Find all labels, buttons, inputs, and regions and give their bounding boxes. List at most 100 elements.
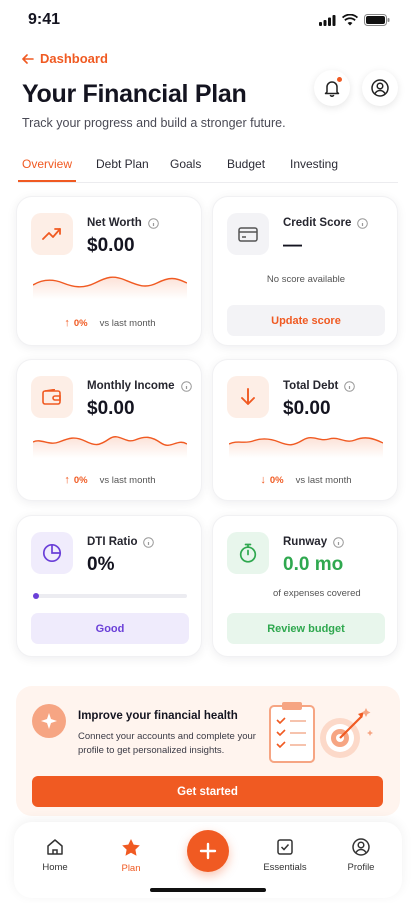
net-worth-label: Net Worth [87, 217, 142, 229]
total-debt-card[interactable]: Total Debt $0.00 ↓ 0% vs last month [212, 359, 398, 501]
home-indicator [150, 888, 266, 892]
arrow-up-icon: ↑ [64, 474, 70, 486]
runway-label-row: Runway [283, 536, 344, 548]
get-started-button[interactable]: Get started [32, 776, 383, 807]
tab-overview[interactable]: Overview [22, 157, 72, 171]
credit-card-icon [238, 226, 258, 242]
monthly-income-delta: ↑ 0% vs last month [17, 474, 203, 486]
checklist-icon [277, 839, 293, 855]
runway-value: 0.0 mo [283, 554, 344, 575]
battery-icon [364, 14, 390, 26]
total-debt-label: Total Debt [283, 380, 339, 392]
runway-icon-tile [227, 532, 269, 574]
back-link-label: Dashboard [40, 51, 108, 66]
total-debt-delta: ↓ 0% vs last month [213, 474, 399, 486]
net-worth-sparkline [33, 276, 187, 299]
net-worth-delta-text: vs last month [99, 317, 156, 329]
arrow-up-icon: ↑ [64, 317, 70, 329]
plan-tabs: Overview Debt Plan Goals Budget Investin… [18, 150, 398, 183]
update-score-button[interactable]: Update score [227, 305, 385, 336]
net-worth-icon-tile [31, 213, 73, 255]
user-circle-icon [371, 79, 389, 97]
cellular-signal-icon [319, 14, 336, 26]
status-bar: 9:41 [0, 0, 416, 40]
dti-status-badge: Good [31, 613, 189, 644]
nav-label-home: Home [42, 862, 68, 873]
net-worth-delta-pct: 0% [73, 317, 88, 329]
credit-score-label-row: Credit Score [283, 217, 369, 229]
net-worth-delta: ↑ 0% vs last month [17, 317, 203, 329]
wallet-icon [42, 389, 61, 405]
active-tab-indicator [18, 180, 76, 182]
nav-label-profile: Profile [347, 862, 375, 873]
tab-budget[interactable]: Budget [227, 157, 265, 171]
review-budget-button[interactable]: Review budget [227, 613, 385, 644]
status-icons [319, 14, 390, 26]
dti-ratio-icon-tile [31, 532, 73, 574]
page-subtitle: Track your progress and build a stronger… [22, 116, 286, 130]
monthly-income-delta-pct: 0% [73, 474, 88, 486]
notifications-button[interactable] [314, 70, 350, 106]
monthly-income-icon-tile [31, 376, 73, 418]
stopwatch-icon [239, 543, 257, 563]
runway-card[interactable]: Runway 0.0 mo of expenses covered Review… [212, 515, 398, 657]
runway-note: of expenses covered [273, 588, 361, 599]
info-icon[interactable] [180, 380, 192, 392]
status-time: 9:41 [28, 11, 61, 28]
star-icon [122, 839, 140, 856]
credit-score-label: Credit Score [283, 217, 352, 229]
dti-progress-dot [33, 593, 39, 599]
pie-chart-icon [42, 543, 62, 563]
page-title: Your Financial Plan [22, 80, 247, 108]
info-icon[interactable] [143, 536, 155, 548]
add-button[interactable] [187, 830, 229, 872]
wifi-icon [342, 14, 358, 26]
dti-ratio-label-row: DTI Ratio [87, 536, 155, 548]
arrow-left-icon [22, 53, 34, 64]
dti-ratio-label: DTI Ratio [87, 536, 138, 548]
nav-item-essentials[interactable]: Essentials [250, 838, 320, 873]
monthly-income-card[interactable]: Monthly Income $0.00 ↑ 0% vs last month [16, 359, 202, 501]
nav-label-plan: Plan [121, 863, 141, 874]
home-icon [47, 839, 63, 855]
plus-icon [199, 842, 217, 860]
nav-item-home[interactable]: Home [20, 838, 90, 873]
nav-label-essentials: Essentials [263, 862, 307, 873]
info-icon[interactable] [344, 380, 356, 392]
sparkle-icon [32, 704, 66, 738]
credit-score-card[interactable]: Credit Score — No score available Update… [212, 196, 398, 346]
bottom-nav: Home Plan Essentials Profile [14, 822, 402, 898]
total-debt-sparkline [229, 437, 383, 458]
financial-health-banner: Improve your financial health Connect yo… [16, 686, 400, 816]
tab-debt-plan[interactable]: Debt Plan [96, 157, 149, 171]
trending-up-icon [42, 228, 61, 240]
monthly-income-delta-text: vs last month [99, 474, 156, 486]
banner-text: Connect your accounts and complete your … [78, 731, 256, 756]
total-debt-delta-text: vs last month [295, 474, 352, 486]
tab-investing[interactable]: Investing [290, 157, 338, 171]
nav-item-plan[interactable]: Plan [96, 838, 166, 874]
total-debt-value: $0.00 [283, 398, 331, 419]
dti-ratio-value: 0% [87, 554, 115, 575]
total-debt-label-row: Total Debt [283, 380, 356, 392]
info-icon[interactable] [333, 536, 344, 548]
total-debt-icon-tile [227, 376, 269, 418]
runway-label: Runway [283, 536, 328, 548]
info-icon[interactable] [147, 217, 159, 229]
back-to-dashboard-link[interactable]: Dashboard [22, 51, 108, 66]
dti-ratio-card[interactable]: DTI Ratio 0% Good [16, 515, 202, 657]
tab-goals[interactable]: Goals [170, 157, 201, 171]
net-worth-value: $0.00 [87, 235, 135, 256]
net-worth-card[interactable]: Net Worth $0.00 ↑ 0% vs last month [16, 196, 202, 346]
profile-button[interactable] [362, 70, 398, 106]
credit-score-value: — [283, 235, 302, 256]
info-icon[interactable] [357, 217, 369, 229]
nav-item-profile[interactable]: Profile [326, 838, 396, 873]
arrow-down-icon [241, 388, 255, 405]
credit-score-icon-tile [227, 213, 269, 255]
user-circle-icon [352, 838, 370, 856]
banner-title: Improve your financial health [78, 710, 238, 722]
header-actions [314, 70, 398, 106]
arrow-down-small-icon: ↓ [260, 474, 266, 486]
dti-progress-track [33, 593, 187, 599]
